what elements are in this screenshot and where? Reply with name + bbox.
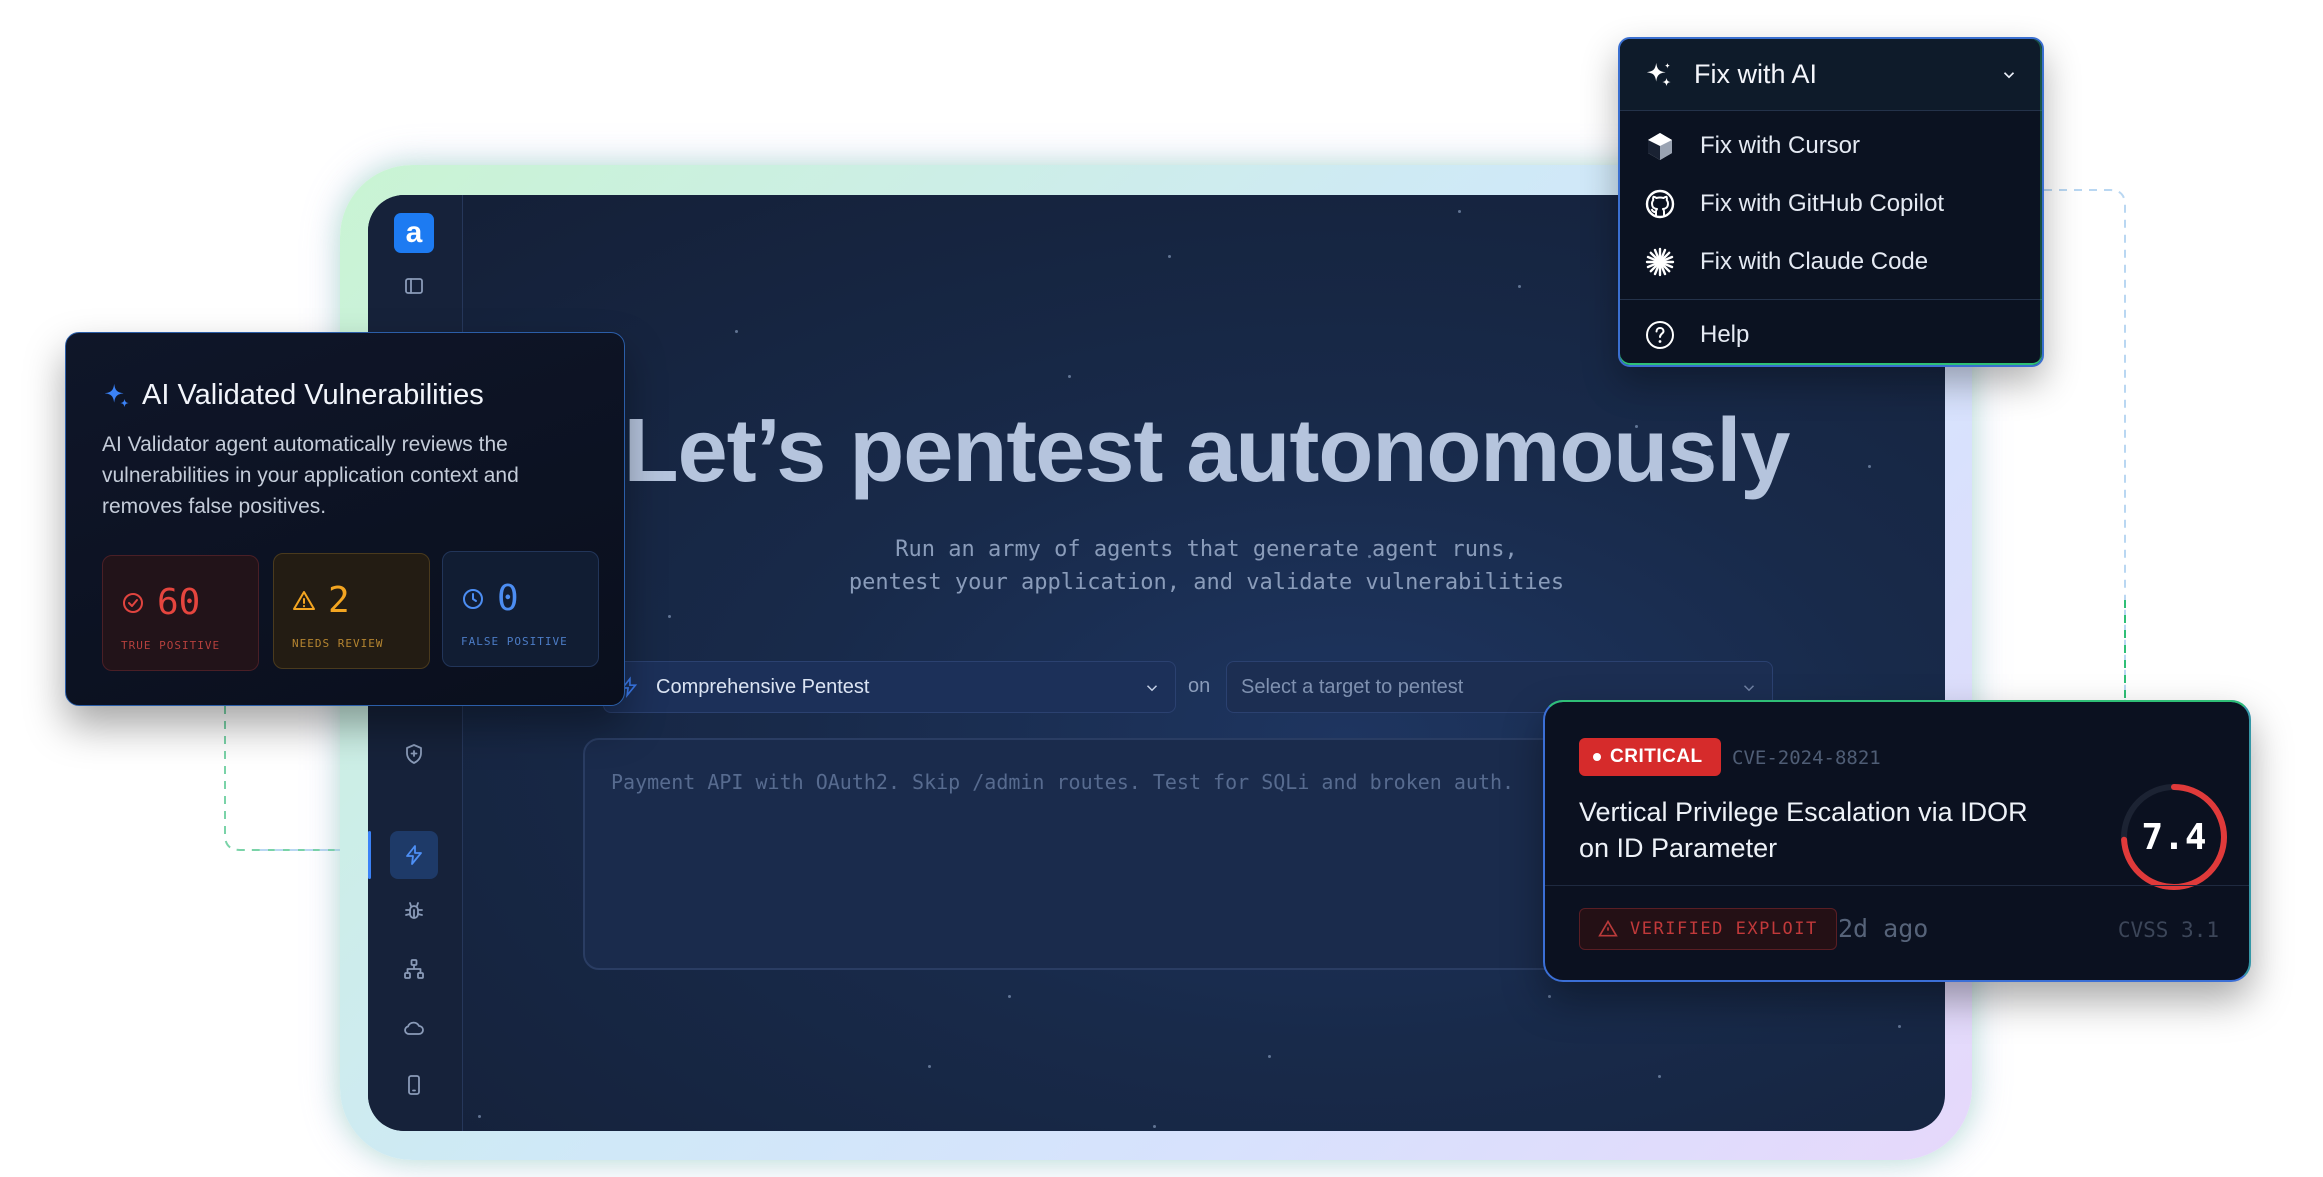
panel-toggle-icon[interactable] <box>390 262 438 310</box>
prompt-textarea[interactable]: Payment API with OAuth2. Skip /admin rou… <box>583 738 1583 970</box>
menu-item-fix-cursor[interactable]: Fix with Cursor <box>1620 117 2042 175</box>
stat-needs-review[interactable]: 2 NEEDS REVIEW <box>273 553 430 669</box>
fix-with-ai-title: Fix with AI <box>1694 59 1818 89</box>
ai-validated-card: AI Validated Vulnerabilities AI Validato… <box>65 332 625 706</box>
stat-label: FALSE POSITIVE <box>461 635 568 648</box>
timestamp: 2d ago <box>1838 914 1929 943</box>
cloud-icon[interactable] <box>390 1004 438 1052</box>
chevron-down-icon <box>1743 685 1755 692</box>
chevron-down-icon <box>2003 72 2015 79</box>
clock-icon <box>463 588 483 609</box>
stat-label: TRUE POSITIVE <box>121 639 221 652</box>
stat-true-positive[interactable]: 60 TRUE POSITIVE <box>102 555 259 671</box>
github-icon <box>1645 189 1675 219</box>
stat-value: 60 <box>157 582 201 623</box>
help-circle-icon <box>1646 321 1674 349</box>
ai-validated-title: AI Validated Vulnerabilities <box>142 379 484 411</box>
hero-subtitle: Run an army of agents that generate agen… <box>468 533 1945 599</box>
hero-title: Let’s pentest autonomously <box>623 401 1791 501</box>
hero-subtitle-line-2: pentest your application, and validate v… <box>848 570 1565 595</box>
fix-with-ai-menu: Fix with AI Fix with Cursor Fix with Git… <box>1618 37 2044 367</box>
stat-value: 2 <box>328 580 350 621</box>
menu-item-label: Fix with Claude Code <box>1700 248 1929 275</box>
status-label: VERIFIED EXPLOIT <box>1630 919 1818 939</box>
stat-label: NEEDS REVIEW <box>292 637 384 650</box>
cvss-score: 7.4 <box>2141 816 2207 858</box>
prompt-placeholder: Payment API with OAuth2. Skip /admin rou… <box>611 770 1515 794</box>
cursor-cube-icon <box>1648 133 1672 160</box>
menu-item-fix-copilot[interactable]: Fix with GitHub Copilot <box>1620 175 2042 233</box>
menu-item-label: Fix with Cursor <box>1700 132 1861 159</box>
cve-id: CVE-2024-8821 <box>1732 747 1881 769</box>
on-label: on <box>1188 675 1211 697</box>
menu-item-fix-claude[interactable]: Fix with Claude Code <box>1620 233 2042 291</box>
stat-value: 0 <box>497 578 519 619</box>
hero-subtitle-line-1: Run an army of agents that generate agen… <box>895 537 1518 562</box>
severity-label: CRITICAL <box>1610 746 1703 767</box>
sparkle-icon <box>104 383 129 407</box>
check-circle-icon <box>123 592 143 613</box>
chevron-down-icon <box>1146 685 1158 692</box>
menu-item-help[interactable]: Help <box>1620 306 2042 364</box>
card-divider <box>1545 885 2249 886</box>
bug-icon[interactable] <box>390 887 438 935</box>
fix-with-ai-header[interactable]: Fix with AI <box>1620 39 2042 111</box>
vulnerability-card[interactable]: CRITICAL CVE-2024-8821 Vertical Privileg… <box>1543 700 2251 982</box>
target-placeholder: Select a target to pentest <box>1241 675 1464 698</box>
claude-burst-icon <box>1645 247 1675 277</box>
menu-divider <box>1620 299 2042 300</box>
severity-badge: CRITICAL <box>1579 738 1721 776</box>
vulnerability-title: Vertical Privilege Escalation via IDOR o… <box>1579 797 2028 863</box>
active-indicator <box>368 831 371 879</box>
stat-false-positive[interactable]: 0 FALSE POSITIVE <box>442 551 599 667</box>
menu-item-label: Help <box>1700 321 1750 348</box>
warning-triangle-icon <box>293 590 315 610</box>
bolt-icon[interactable] <box>390 831 438 879</box>
ai-validated-heading: AI Validated Vulnerabilities <box>102 379 484 412</box>
verified-exploit-badge: VERIFIED EXPLOIT <box>1579 908 1837 950</box>
ai-validated-description: AI Validator agent automatically reviews… <box>102 433 519 518</box>
menu-item-label: Fix with GitHub Copilot <box>1700 190 1945 217</box>
app-logo[interactable]: a <box>394 213 434 253</box>
warning-triangle-icon <box>1598 919 1618 937</box>
pentest-type-select[interactable]: Comprehensive Pentest <box>603 661 1176 713</box>
cvss-standard: CVSS 3.1 <box>2117 918 2219 942</box>
mobile-icon[interactable] <box>390 1061 438 1109</box>
sparkle-icon <box>1646 62 1671 86</box>
network-icon[interactable] <box>390 945 438 993</box>
pentest-type-value: Comprehensive Pentest <box>656 675 870 698</box>
shield-icon[interactable] <box>390 730 438 778</box>
